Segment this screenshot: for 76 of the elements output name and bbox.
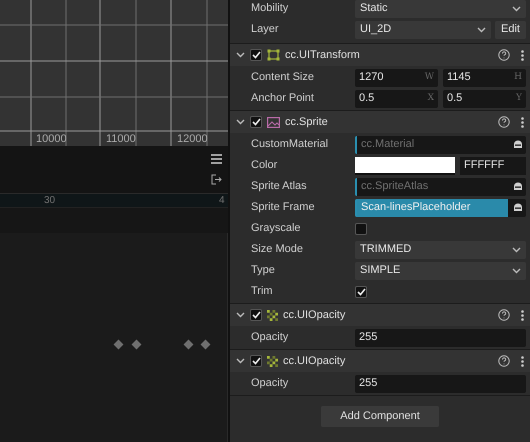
exit-icon[interactable]	[211, 174, 222, 185]
number-field[interactable]: 0.5 X	[355, 90, 438, 108]
help-icon[interactable]	[498, 116, 510, 128]
hex-field[interactable]: FFFFFF	[460, 156, 526, 174]
more-icon[interactable]	[521, 356, 524, 366]
property-label: Color	[251, 158, 278, 174]
more-icon[interactable]	[521, 50, 524, 60]
number-field[interactable]: 255	[355, 374, 526, 392]
checkbox[interactable]	[250, 309, 262, 321]
add-component-button[interactable]: Add Component	[321, 406, 439, 427]
ruler-label: 30	[44, 195, 56, 206]
more-icon[interactable]	[521, 116, 524, 128]
checker-icon	[267, 310, 278, 320]
timeline-ruler[interactable]: 30 4	[0, 193, 228, 207]
property-label: Opacity	[251, 330, 290, 346]
menu-icon[interactable]	[211, 154, 222, 164]
number-field[interactable]: 255	[355, 328, 526, 346]
keyframe-icon[interactable]	[184, 340, 194, 350]
property-label: Sprite Atlas	[251, 179, 308, 194]
more-icon[interactable]	[521, 310, 524, 320]
dropdown[interactable]: UI_2D	[355, 20, 492, 38]
asset-field[interactable]: cc.SpriteAtlas	[355, 178, 526, 196]
edit-button[interactable]: Edit	[495, 20, 526, 38]
property-label: Size Mode	[251, 242, 304, 258]
property-label: Content Size	[251, 70, 315, 86]
component-title: cc.UIOpacity	[283, 354, 346, 369]
frame-corners-icon	[267, 49, 280, 61]
help-icon[interactable]	[498, 49, 510, 61]
number-field[interactable]: 0.5 Y	[443, 90, 526, 108]
number-field[interactable]: 1145 H	[443, 68, 526, 86]
color-swatch[interactable]	[355, 156, 455, 174]
property-label: Trim	[251, 284, 274, 300]
property-label: CustomMaterial	[251, 137, 330, 152]
checkbox[interactable]	[250, 116, 262, 128]
ruler-label: 4	[219, 195, 225, 206]
tray-icon	[513, 182, 523, 191]
property-label: Anchor Point	[251, 91, 315, 106]
chevron-down-icon	[512, 246, 521, 252]
component-header[interactable]: cc.Sprite	[230, 111, 530, 133]
help-icon[interactable]	[498, 309, 510, 321]
keyframe-icon[interactable]	[200, 340, 210, 350]
image-icon	[267, 116, 280, 128]
property-label: Type	[251, 263, 276, 278]
number-field[interactable]: 1270 W	[355, 68, 438, 86]
tray-icon	[513, 203, 523, 212]
component-title: cc.UITransform	[285, 48, 361, 63]
checker-icon	[267, 356, 278, 366]
property-label: Opacity	[251, 376, 290, 392]
tray-icon	[513, 140, 523, 149]
keyframe-icon[interactable]	[132, 340, 142, 350]
component-title: cc.UIOpacity	[283, 308, 346, 323]
ruler-label: 12000	[177, 133, 208, 145]
asset-field[interactable]: cc.Material	[355, 136, 526, 154]
dropdown[interactable]: TRIMMED	[355, 240, 526, 258]
checkbox[interactable]	[355, 222, 367, 234]
property-label: Grayscale	[251, 221, 302, 236]
checkbox[interactable]	[355, 286, 367, 298]
component-header[interactable]: cc.UITransform	[230, 44, 530, 66]
property-label: Layer	[251, 22, 280, 38]
checkbox[interactable]	[250, 49, 262, 61]
ruler-label: 11000	[106, 133, 136, 145]
checkbox[interactable]	[250, 355, 262, 367]
chevron-down-icon	[512, 6, 521, 12]
component-header[interactable]: cc.UIOpacity	[230, 350, 530, 372]
dropdown[interactable]: Static	[355, 0, 526, 18]
component-header[interactable]: cc.UIOpacity	[230, 304, 530, 326]
property-label: Mobility	[251, 1, 290, 16]
keyframe-icon[interactable]	[114, 340, 124, 350]
ruler-label: 10000	[36, 133, 67, 145]
help-icon[interactable]	[498, 355, 510, 367]
dropdown[interactable]: SIMPLE	[355, 262, 526, 280]
component-title: cc.Sprite	[285, 114, 329, 130]
chevron-down-icon	[512, 268, 521, 274]
scene-view[interactable]: 10000 11000 12000	[0, 0, 228, 146]
chevron-down-icon	[477, 26, 486, 32]
property-label: Sprite Frame	[251, 200, 316, 216]
